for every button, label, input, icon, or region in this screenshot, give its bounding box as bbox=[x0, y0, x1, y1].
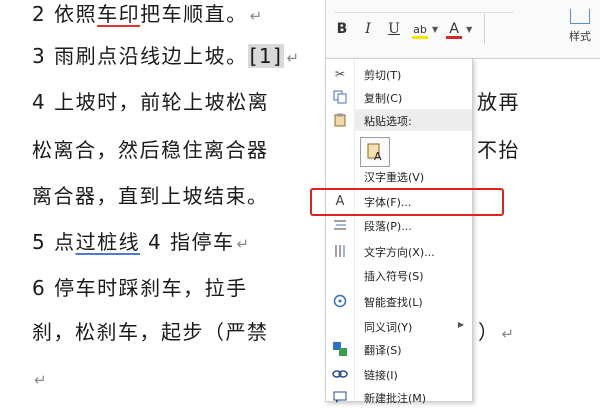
font-color-bar bbox=[446, 36, 463, 39]
paste-icon bbox=[332, 112, 348, 128]
menu-item-copy[interactable]: 复制(C) bbox=[326, 86, 472, 108]
paragraph-mark: ↵ bbox=[501, 325, 516, 343]
scissors-icon: ✂ bbox=[334, 67, 346, 81]
menu-item-smart-lookup[interactable]: 智能查找(L) bbox=[326, 290, 472, 312]
link-icon bbox=[332, 366, 348, 382]
menu-item-label: 新建批注(M) bbox=[364, 392, 427, 405]
menu-item-label: 翻译(S) bbox=[364, 344, 402, 357]
menu-item-synonyms[interactable]: 同义词(Y) ▶ bbox=[326, 315, 472, 337]
paste-text-only-icon: A bbox=[367, 143, 382, 162]
mini-toolbar: B I U ab ▼ A ▼ 样式 bbox=[325, 0, 600, 59]
menu-item-paste-options: 粘贴选项: bbox=[326, 109, 472, 131]
translate-icon bbox=[332, 341, 348, 357]
menu-item-reconvert[interactable]: 汉字重选(V) bbox=[326, 165, 472, 187]
doc-text: ） bbox=[478, 320, 500, 344]
doc-text: 放再 bbox=[477, 90, 520, 114]
doc-line-5: 离合器，直到上坡结束。 bbox=[32, 182, 269, 210]
doc-text: 5 点 bbox=[32, 230, 76, 254]
paragraph-icon bbox=[332, 217, 348, 233]
menu-item-text-direction[interactable]: 文字方向(X)... bbox=[326, 240, 472, 262]
annotation-highlight-box bbox=[310, 188, 504, 216]
doc-line-7: 6 停车时踩刹车，拉手 bbox=[32, 274, 248, 302]
menu-item-label: 智能查找(L) bbox=[364, 296, 423, 309]
highlight-button[interactable]: ab bbox=[410, 18, 430, 40]
submenu-arrow-icon: ▶ bbox=[457, 320, 464, 329]
styles-label: 样式 bbox=[569, 30, 591, 43]
menu-item-translate[interactable]: 翻译(S) bbox=[326, 338, 472, 360]
highlight-color-bar bbox=[412, 36, 428, 39]
doc-text: 刹，松刹车，起步（严禁 bbox=[32, 320, 269, 344]
paragraph-mark: ↵ bbox=[249, 7, 264, 25]
menu-item-link[interactable]: 链接(I) bbox=[326, 363, 472, 385]
underline-button[interactable]: U bbox=[384, 18, 404, 40]
doc-text-underlined: 车印 bbox=[97, 2, 141, 26]
menu-item-label: 段落(P)... bbox=[364, 220, 412, 233]
menu-item-label: 粘贴选项: bbox=[364, 115, 412, 128]
bold-button[interactable]: B bbox=[332, 18, 352, 40]
menu-item-label: 复制(C) bbox=[364, 92, 403, 105]
doc-text: 松离合，然后稳住离合器 bbox=[32, 138, 269, 162]
text-direction-icon bbox=[332, 243, 348, 259]
new-comment-icon bbox=[332, 389, 348, 405]
copy-icon bbox=[332, 89, 348, 105]
doc-text: 4 指停车 bbox=[140, 230, 235, 254]
styles-icon bbox=[570, 9, 590, 24]
context-menu: ✂ 剪切(T) 复制(C) 粘贴选项: A 汉字重选(V) A 字体(F)...… bbox=[325, 58, 473, 405]
doc-line-2: 3 雨刷点沿线边上坡。 [1] ↵ bbox=[32, 42, 301, 72]
menu-item-label: 链接(I) bbox=[364, 369, 398, 382]
paste-keep-text-only-button[interactable]: A bbox=[360, 137, 390, 167]
doc-text: 3 雨刷点沿线边上坡。 bbox=[32, 44, 248, 68]
doc-line-3-tail: 放再 bbox=[477, 88, 520, 116]
paragraph-mark: ↵ bbox=[236, 235, 251, 253]
mini-toolbar-format-row: B I U ab ▼ A ▼ bbox=[332, 14, 486, 44]
doc-line-8-tail: ） ↵ bbox=[478, 318, 516, 348]
menu-item-paragraph[interactable]: 段落(P)... bbox=[326, 214, 472, 236]
menu-item-label: 插入符号(S) bbox=[364, 270, 424, 283]
doc-text: 离合器，直到上坡结束。 bbox=[32, 184, 269, 208]
doc-line-6: 5 点过桩线 4 指停车 ↵ bbox=[32, 228, 251, 258]
styles-button[interactable]: 样式 bbox=[562, 4, 598, 44]
doc-line-9: ↵ bbox=[32, 364, 48, 394]
paragraph-mark: ↵ bbox=[286, 49, 301, 67]
toolbar-divider bbox=[484, 14, 486, 44]
font-color-icon: A bbox=[449, 21, 459, 37]
menu-item-insert-symbol[interactable]: 插入符号(S) bbox=[326, 264, 472, 286]
menu-item-cut[interactable]: ✂ 剪切(T) bbox=[326, 63, 472, 85]
mini-toolbar-top-row bbox=[334, 0, 514, 13]
doc-text: 不抬 bbox=[477, 138, 520, 162]
doc-text-underlined: 过桩线 bbox=[75, 230, 141, 254]
doc-line-1: 2 依照车印把车顺直。 ↵ bbox=[32, 0, 264, 30]
doc-line-4-tail: 不抬 bbox=[477, 136, 520, 164]
doc-text: 把车顺直。 bbox=[140, 2, 248, 26]
menu-item-label: 文字方向(X)... bbox=[364, 246, 435, 259]
smart-lookup-icon bbox=[332, 293, 348, 309]
chevron-down-icon[interactable]: ▼ bbox=[432, 25, 438, 34]
doc-line-4: 松离合，然后稳住离合器 bbox=[32, 136, 269, 164]
font-color-button[interactable]: A bbox=[444, 18, 464, 40]
doc-text: 2 依照 bbox=[32, 2, 98, 26]
doc-line-8: 刹，松刹车，起步（严禁 bbox=[32, 318, 269, 346]
chevron-down-icon[interactable]: ▼ bbox=[466, 25, 472, 34]
footnote-ref[interactable]: [1] bbox=[247, 44, 285, 68]
menu-item-new-comment[interactable]: 新建批注(M) bbox=[326, 386, 472, 408]
italic-button[interactable]: I bbox=[358, 18, 378, 40]
doc-text: 4 上坡时，前轮上坡松离 bbox=[32, 90, 270, 114]
menu-item-label: 同义词(Y) bbox=[364, 321, 413, 334]
menu-item-label: 剪切(T) bbox=[364, 69, 402, 82]
highlight-icon: ab bbox=[413, 22, 427, 36]
doc-line-3: 4 上坡时，前轮上坡松离 bbox=[32, 88, 269, 116]
doc-text: 6 停车时踩刹车，拉手 bbox=[32, 276, 248, 300]
menu-item-label: 汉字重选(V) bbox=[364, 171, 425, 184]
svg-text:A: A bbox=[374, 150, 382, 162]
paragraph-mark: ↵ bbox=[34, 371, 49, 389]
